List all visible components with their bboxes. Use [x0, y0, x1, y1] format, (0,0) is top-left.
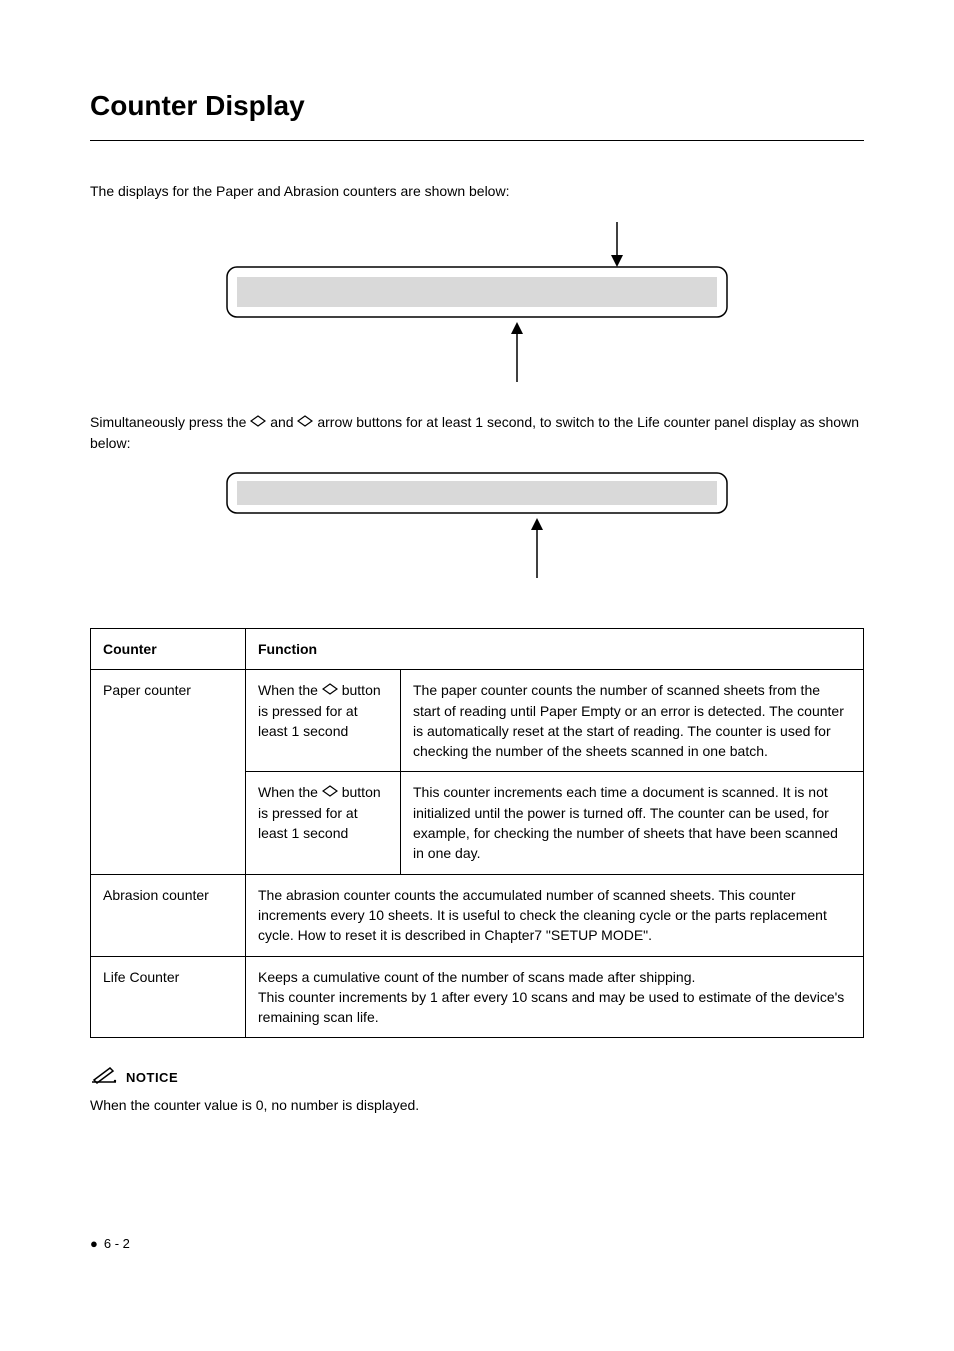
- cell-desc-1: The paper counter counts the number of s…: [401, 670, 864, 772]
- pencil-icon: [90, 1066, 118, 1089]
- footer-bullet-icon: ●: [90, 1236, 98, 1251]
- notice-heading: NOTICE: [90, 1066, 864, 1089]
- when-pre: When the: [258, 784, 322, 800]
- table-row: Abrasion counter The abrasion counter co…: [91, 874, 864, 956]
- counter-display-diagram-1: [90, 222, 864, 382]
- switch-paragraph: Simultaneously press the and arrow butto…: [90, 412, 864, 454]
- table-header-row: Counter Function: [91, 629, 864, 670]
- page-title: Counter Display: [90, 90, 864, 122]
- cell-life-desc: Keeps a cumulative count of the number o…: [246, 956, 864, 1038]
- lozenge-icon: [322, 680, 338, 700]
- when-pre: When the: [258, 682, 322, 698]
- footer-page-number: 6 - 2: [104, 1236, 130, 1251]
- notice-label: NOTICE: [126, 1070, 178, 1085]
- counter-display-diagram-2: [90, 468, 864, 578]
- lozenge-icon: [297, 412, 313, 433]
- header-counter: Counter: [91, 629, 246, 670]
- cell-abrasion-desc: The abrasion counter counts the accumula…: [246, 874, 864, 956]
- counter-function-table: Counter Function Paper counter When the …: [90, 628, 864, 1038]
- notice-text: When the counter value is 0, no number i…: [90, 1095, 864, 1116]
- lozenge-icon: [250, 412, 266, 433]
- cell-when-1: When the button is pressed for at least …: [246, 670, 401, 772]
- title-divider: [90, 140, 864, 141]
- table-row: Paper counter When the button is pressed…: [91, 670, 864, 772]
- lozenge-icon: [322, 782, 338, 802]
- table-row: Life Counter Keeps a cumulative count of…: [91, 956, 864, 1038]
- cell-paper-counter: Paper counter: [91, 670, 246, 874]
- cell-when-2: When the button is pressed for at least …: [246, 772, 401, 874]
- cell-life-counter: Life Counter: [91, 956, 246, 1038]
- cell-abrasion-counter: Abrasion counter: [91, 874, 246, 956]
- header-function: Function: [246, 629, 864, 670]
- cell-desc-2: This counter increments each time a docu…: [401, 772, 864, 874]
- intro-paragraph: The displays for the Paper and Abrasion …: [90, 181, 864, 202]
- para2-pre: Simultaneously press the: [90, 414, 250, 430]
- page-footer: ● 6 - 2: [90, 1236, 864, 1251]
- para2-mid: and: [270, 414, 297, 430]
